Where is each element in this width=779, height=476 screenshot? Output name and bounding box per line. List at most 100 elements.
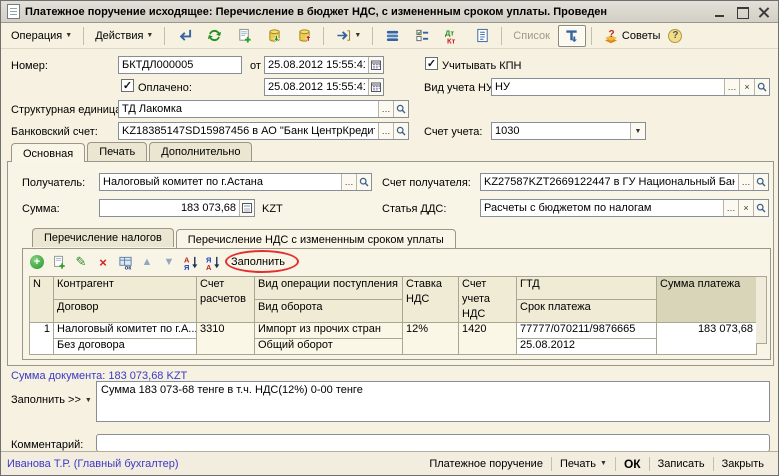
copy-row-button[interactable] [51,254,67,270]
cell-amount[interactable]: 183 073,68 [657,323,757,355]
help-icon[interactable]: ? [668,29,682,43]
combo-arrow-icon[interactable]: ▼ [630,123,645,139]
list-settings-button[interactable] [378,25,406,47]
paid-date-field[interactable] [264,78,384,96]
number-field[interactable] [118,56,242,74]
checklist-button[interactable] [408,25,436,47]
comment-input[interactable] [97,435,769,451]
amount-input[interactable] [100,200,239,216]
col-header-due-date[interactable]: Срок платежа [517,300,657,323]
fill-grid-button[interactable]: Заполнить [227,255,289,269]
tab-main[interactable]: Основная [11,143,85,162]
select-dots-icon[interactable]: … [378,123,393,139]
nu-kind-input[interactable] [492,79,724,95]
table-row[interactable]: Без договора Общий оборот 25.08.2012 [30,339,757,355]
tab-tax-transfer[interactable]: Перечисление налогов [32,228,174,247]
magnifier-icon[interactable] [753,200,768,216]
date-field[interactable] [264,56,384,74]
recipient-account-field[interactable]: … [480,173,769,191]
dds-field[interactable]: … × [480,199,769,217]
close-button[interactable] [758,6,770,18]
cell-vat-account[interactable]: 1420 [459,323,517,355]
recipient-input[interactable] [100,174,341,190]
sort-asc-button[interactable]: АЯ [183,254,199,270]
delete-row-button[interactable]: × [95,254,111,270]
cell-turnover[interactable]: Общий оборот [255,339,403,355]
fill-purpose-button[interactable]: Заполнить >> ▼ [11,394,92,406]
select-dots-icon[interactable]: … [738,174,753,190]
col-header-counterparty[interactable]: Контрагент [54,277,197,300]
structural-unit-field[interactable]: … [118,100,409,118]
nu-kind-field[interactable]: … × [491,78,770,96]
number-input[interactable] [119,57,241,73]
table-row[interactable]: 1 Налоговый комитет по г.А... 3310 Импор… [30,323,757,339]
sort-desc-button[interactable]: ЯА [205,254,221,270]
operation-menu-button[interactable]: Операция ▼ [5,27,78,45]
maximize-button[interactable] [736,6,748,18]
post-document-button[interactable] [260,25,288,47]
refresh-button[interactable] [200,25,228,47]
purpose-text-field[interactable]: Сумма 183 073-68 тенге в т.ч. НДС(12%) 0… [96,381,770,422]
structural-unit-input[interactable] [119,101,378,117]
account-input[interactable] [492,123,630,139]
cell-due-date[interactable]: 25.08.2012 [517,339,657,355]
calculator-icon[interactable] [239,200,254,216]
copy-document-button[interactable] [230,25,258,47]
bank-account-input[interactable] [119,123,378,139]
move-up-button[interactable]: ▲ [139,254,155,270]
dt-kt-button[interactable]: ДтКт [438,25,466,47]
magnifier-icon[interactable] [753,174,768,190]
comment-field[interactable] [96,434,770,452]
actions-menu-button[interactable]: Действия ▼ [89,27,159,45]
end-edit-button[interactable]: ок [117,254,133,270]
add-row-button[interactable]: + [29,254,45,270]
amount-field[interactable] [99,199,255,217]
col-header-gtd[interactable]: ГТД [517,277,657,300]
cell-vat-rate[interactable]: 12% [403,323,459,355]
go-to-button[interactable]: ▼ [329,25,367,47]
unpost-document-button[interactable] [290,25,318,47]
close-form-button[interactable]: Закрыть [714,456,772,472]
magnifier-icon[interactable] [393,123,408,139]
cell-counterparty[interactable]: Налоговый комитет по г.А... [54,323,197,339]
recipient-account-input[interactable] [481,174,738,190]
structure-toggle-button[interactable] [558,25,586,47]
clear-icon[interactable]: × [738,200,753,216]
tab-vat-transfer[interactable]: Перечисление НДС с измененным сроком упл… [176,229,456,248]
col-header-vat-rate[interactable]: Ставка НДС [403,277,459,323]
col-header-n[interactable]: N [30,277,54,323]
ok-button[interactable]: ОК [616,455,649,473]
tab-print[interactable]: Печать [87,142,147,161]
advice-button[interactable]: ? Советы [597,25,666,47]
select-dots-icon[interactable]: … [341,174,356,190]
print-menu-button[interactable]: Печать ▼ [552,456,615,472]
minimize-button[interactable] [714,6,726,18]
table-scrollbar[interactable] [756,276,767,344]
magnifier-icon[interactable] [356,174,371,190]
clear-icon[interactable]: × [739,79,754,95]
calendar-icon[interactable] [368,57,383,73]
move-down-button[interactable]: ▼ [161,254,177,270]
magnifier-icon[interactable] [754,79,769,95]
edit-row-button[interactable]: ✎ [73,254,89,270]
col-header-vat-account[interactable]: Счет учета НДС [459,277,517,323]
cell-settle-account[interactable]: 3310 [197,323,255,355]
cell-n[interactable]: 1 [30,323,54,355]
cell-operation[interactable]: Импорт из прочих стран [255,323,403,339]
dds-input[interactable] [481,200,723,216]
recipient-field[interactable]: … [99,173,372,191]
journal-button[interactable] [468,25,496,47]
magnifier-icon[interactable] [393,101,408,117]
col-header-operation[interactable]: Вид операции поступления [255,277,403,300]
kpn-checkbox[interactable]: ✓ [425,57,438,70]
account-combo[interactable]: ▼ [491,122,646,140]
calendar-icon[interactable] [368,79,383,95]
select-dots-icon[interactable]: … [723,200,738,216]
cell-contract[interactable]: Без договора [54,339,197,355]
date-input[interactable] [265,57,368,73]
paid-date-input[interactable] [265,79,368,95]
paid-checkbox[interactable]: ✓ [121,79,134,92]
tab-additional[interactable]: Дополнительно [149,142,252,161]
save-button[interactable]: Записать [650,456,713,472]
cell-gtd[interactable]: 77777/070211/9876665 [517,323,657,339]
